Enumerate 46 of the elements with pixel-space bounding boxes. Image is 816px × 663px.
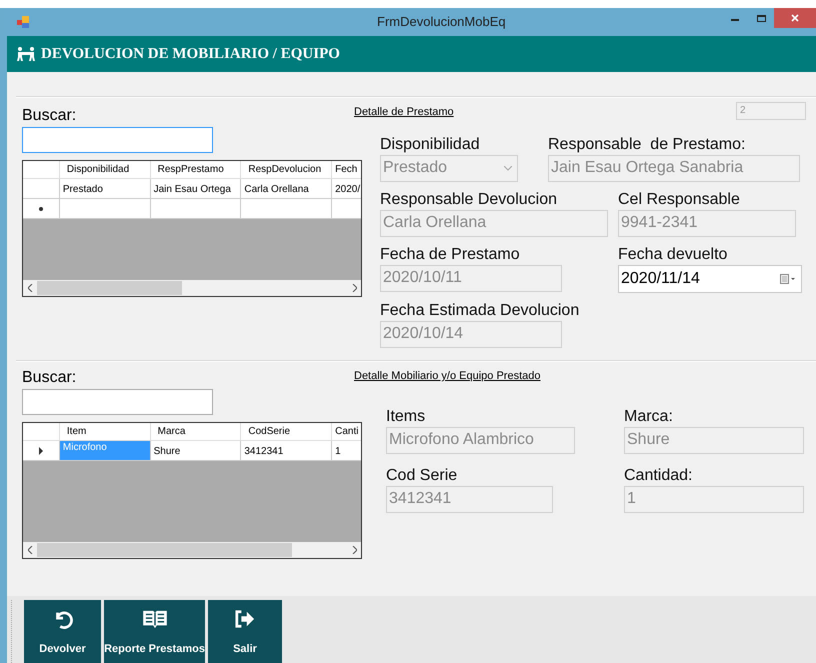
scroll-right-icon[interactable] [352,284,356,292]
row-header[interactable] [23,199,60,219]
data-grid[interactable]: Disponibilidad RespPrestamo RespDevolucion Fech Prestado Jain Esau Ortega Carla Orellana 2020/ [22,160,362,297]
form-heading: DEVOLUCION DE MOBILIARIO / EQUIPO [41,44,340,64]
field-label: Cantidad: [624,466,694,486]
field-label: Responsable de Prestamo: [548,134,746,154]
field-label: Cel Responsable [618,190,741,210]
table-row[interactable]: Prestado Jain Esau Ortega Carla Orellana 2020/ [23,179,361,199]
data-grid[interactable]: Item Marca CodSerie Canti Microfono Shure 3412341 1 [22,422,362,559]
exit-arrow-icon [234,609,256,629]
table-row[interactable] [23,199,361,219]
field-label: Fecha de Prestamo [380,244,521,264]
people-carrying-icon [17,47,35,61]
window-title: FrmDevolucionMobEq [377,13,506,32]
calendar-dropdown-icon [780,274,796,284]
scroll-right-icon[interactable] [352,546,356,554]
search-label: Buscar: [22,106,78,126]
field-label: Fecha devuelto [618,244,728,264]
field-label: Disponibilidad [380,134,481,154]
section-link[interactable]: Detalle Mobiliario y/o Equipo Prestado [354,366,540,384]
horizontal-scrollbar[interactable] [23,280,361,296]
scroll-left-icon[interactable] [28,546,32,554]
search-field[interactable] [22,389,213,415]
scroll-left-icon[interactable] [28,284,32,292]
table-cell: 1 [332,441,362,461]
search-label: Buscar: [22,368,78,388]
toolbar-button[interactable]: Devolver [24,600,101,663]
date-picker[interactable]: 2020/11/14 [618,264,802,292]
table-row[interactable]: Microfono Shure 3412341 1 [23,441,361,461]
search-field[interactable] [22,127,213,153]
toolbar-button[interactable]: Salir [208,600,282,663]
open-book-icon [142,609,168,629]
toolbar-button[interactable]: Reporte Prestamos [104,600,205,663]
close-button[interactable] [774,8,816,28]
field-label: Responsable Devolucion [380,190,558,210]
section-link[interactable]: Detalle de Prestamo [354,102,454,120]
field-label: Marca: [624,406,674,426]
table-cell: Shure [150,441,242,461]
table-cell: 3412341 [241,441,332,461]
field-label: Cod Serie [386,466,458,486]
app-icon [17,16,29,28]
horizontal-scrollbar[interactable] [23,542,361,558]
field-label: Fecha Estimada Devolucion [380,300,580,320]
table-cell: Microfono [60,441,151,461]
field-label: Items [386,406,426,426]
close-icon [791,14,799,22]
